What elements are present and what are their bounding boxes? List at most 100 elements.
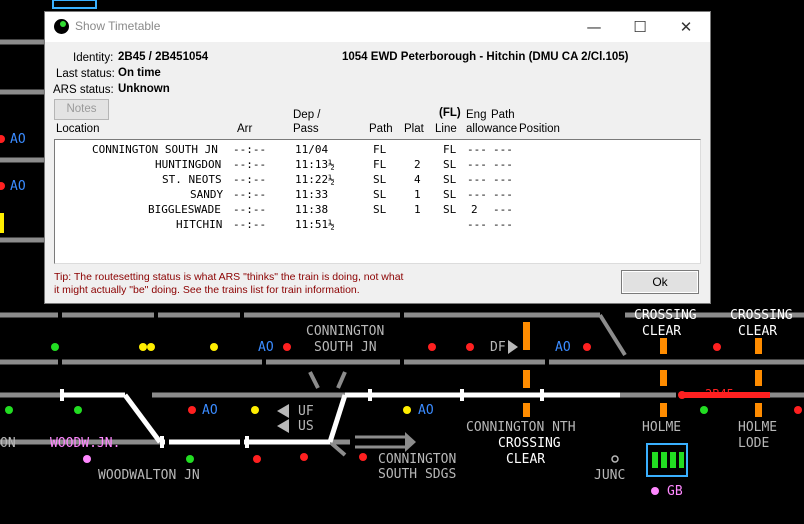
label-connington-sdgs: CONNINGTON	[378, 452, 457, 467]
identity-label: Identity:	[73, 52, 114, 64]
maximize-button[interactable]: ☐	[617, 12, 663, 42]
last-status-value: On time	[118, 67, 161, 79]
ao-o-glyph: O	[265, 340, 274, 355]
col-line: Line	[435, 123, 457, 135]
label-ao-2: AO	[555, 340, 571, 355]
col-eng: Eng	[466, 109, 487, 121]
col-allowance: allowance	[466, 123, 518, 135]
label-connington-nth: CONNINGTON NTH	[466, 420, 576, 435]
notes-button[interactable]: Notes	[54, 99, 109, 120]
tip-line-1: Tip: The routesetting status is what ARS…	[54, 271, 404, 283]
cell-dep: 11:51½	[295, 218, 335, 231]
tip-line-2: it might actually "be" doing. See the tr…	[54, 284, 360, 296]
cell-dep: 11:13½	[295, 158, 335, 171]
label-woodw-jn: WOODW.JN.	[50, 436, 121, 451]
service-description: 1054 EWD Peterborough - Hitchin (DMU CA …	[342, 51, 629, 63]
cell-dep: 11:22½	[295, 173, 335, 186]
col-position: Position	[519, 123, 560, 135]
label-crossing-clear-b: CROSSING	[730, 308, 793, 323]
cell-path-alw: ---	[493, 188, 513, 201]
label-holme-lode-2: LODE	[738, 436, 770, 451]
ars-status-label: ARS status:	[53, 84, 114, 96]
cell-path: SL	[373, 173, 387, 186]
label-ao-5: AO	[10, 132, 26, 147]
cell-plat: 2	[414, 158, 421, 171]
label-woodwalton-jn: WOODWALTON JN	[98, 468, 200, 483]
app-icon	[54, 19, 69, 34]
train-headcode-2b45[interactable]: 2B45	[705, 387, 734, 401]
col-fl: (FL)	[439, 107, 461, 119]
cell-path: FL	[373, 143, 387, 156]
col-location: Location	[56, 123, 100, 135]
tip-text: Tip: The routesetting status is what ARS…	[54, 271, 403, 297]
col-path-alw: Path	[491, 109, 515, 121]
label-ao-4: AO	[418, 403, 434, 418]
minimize-button[interactable]: —	[571, 12, 617, 42]
label-crossing-clear-a: CROSSING	[634, 308, 697, 323]
close-button[interactable]: ✕	[663, 12, 709, 42]
label-on: ON	[0, 436, 16, 451]
col-arr: Arr	[237, 123, 253, 135]
ao-o-glyph: O	[425, 403, 434, 418]
cell-location: CONNINGTON SOUTH JN	[92, 143, 218, 156]
label-ao-1: AO	[258, 340, 274, 355]
label-ao-3: AO	[202, 403, 218, 418]
cell-location: HUNTINGDON	[155, 158, 222, 171]
cell-dep: 11/04	[295, 143, 329, 156]
label-df: DF	[490, 340, 506, 355]
col-path: Path	[369, 123, 393, 135]
cell-dep: 11:33	[295, 188, 329, 201]
cell-arr: --:--	[233, 158, 267, 171]
cell-path-alw: ---	[493, 203, 513, 216]
label-crossing-clear-c: CROSSING	[498, 436, 561, 451]
label-gb: GB	[667, 484, 683, 499]
identity-value: 2B45 / 2B451054	[118, 51, 209, 63]
label-crossing-clear-c-2: CLEAR	[506, 452, 546, 467]
ok-button[interactable]: Ok	[621, 270, 699, 294]
cell-plat: 1	[414, 203, 421, 216]
ars-status-value: Unknown	[118, 83, 170, 95]
cell-eng: ---	[467, 218, 487, 231]
cell-path: SL	[373, 188, 387, 201]
cell-line: SL	[443, 188, 457, 201]
cell-eng: 2	[471, 203, 478, 216]
label-holme: HOLME	[642, 420, 682, 435]
ao-o-glyph: O	[17, 179, 26, 194]
cell-arr: --:--	[233, 173, 267, 186]
cell-path-alw: ---	[493, 218, 513, 231]
label-holme-lode: HOLME	[738, 420, 778, 435]
label-ao-6: AO	[10, 179, 26, 194]
label-us: US	[298, 419, 314, 434]
cell-location: SANDY	[190, 188, 224, 201]
label-connington-sdgs-2: SOUTH SDGS	[378, 467, 457, 482]
label-uf: UF	[298, 404, 314, 419]
cell-line: SL	[443, 158, 457, 171]
label-crossing-clear-b-2: CLEAR	[738, 324, 778, 339]
last-status-label: Last status:	[56, 68, 115, 80]
cell-path: FL	[373, 158, 387, 171]
title-bar[interactable]: Show Timetable — ☐ ✕	[45, 12, 710, 42]
cell-plat: 4	[414, 173, 421, 186]
cell-line: SL	[443, 173, 457, 186]
col-dep: Dep /	[293, 109, 321, 121]
cell-location: BIGGLESWADE	[148, 203, 221, 216]
col-pass: Pass	[293, 123, 319, 135]
cell-location: ST. NEOTS	[162, 173, 222, 186]
cell-eng: ---	[467, 173, 487, 186]
cell-path-alw: ---	[493, 143, 513, 156]
label-connington-south-jn-2: SOUTH JN	[314, 340, 377, 355]
cell-plat: 1	[414, 188, 421, 201]
col-plat: Plat	[404, 123, 424, 135]
cell-path-alw: ---	[493, 173, 513, 186]
cell-line: FL	[443, 143, 457, 156]
ao-o-glyph: O	[209, 403, 218, 418]
cell-arr: --:--	[233, 143, 267, 156]
ao-o-glyph: O	[17, 132, 26, 147]
cell-arr: --:--	[233, 188, 267, 201]
show-timetable-dialog: Show Timetable — ☐ ✕ Identity: 2B45 / 2B…	[44, 11, 711, 304]
cell-eng: ---	[467, 143, 487, 156]
label-connington-south-jn: CONNINGTON	[306, 324, 385, 339]
timetable-list[interactable]: CONNINGTON SOUTH JN --:-- 11/04 FL FL --…	[54, 139, 701, 264]
cell-line: SL	[443, 203, 457, 216]
cell-dep: 11:38	[295, 203, 329, 216]
